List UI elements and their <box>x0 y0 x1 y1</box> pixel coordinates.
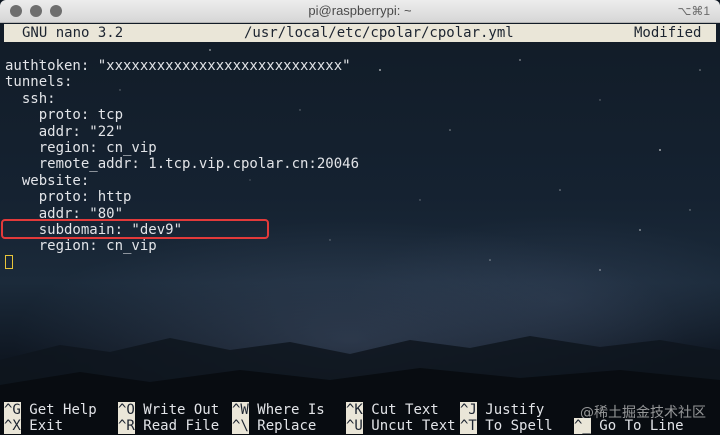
watermark-text: @稀土掘金技术社区 <box>580 405 706 421</box>
shortcut-justify[interactable]: ^J Justify <box>460 402 544 418</box>
shortcut-write-out[interactable]: ^O Write Out <box>118 402 219 418</box>
nano-header-bar: GNU nano 3.2 /usr/local/etc/cpolar/cpola… <box>4 24 716 42</box>
shortcut-read-file[interactable]: ^R Read File <box>118 418 219 434</box>
text-cursor <box>5 254 13 269</box>
window-shortcut-hint: ⌥⌘1 <box>677 4 710 18</box>
editor-area[interactable]: authtoken: "xxxxxxxxxxxxxxxxxxxxxxxxxxxx… <box>5 58 359 271</box>
shortcut-get-help[interactable]: ^G Get Help <box>4 402 97 418</box>
editor-line: proto: tcp <box>5 107 124 124</box>
subdomain-highlight-box <box>1 219 269 239</box>
editor-line: website: <box>5 172 90 189</box>
nano-version: GNU nano 3.2 <box>22 25 124 41</box>
editor-line: tunnels: <box>5 74 73 91</box>
shortcut-cut-text[interactable]: ^K Cut Text <box>346 402 439 418</box>
terminal-window: pi@raspberrypi: ~ ⌥⌘1 GNU nano 3.2 /usr/… <box>0 0 720 435</box>
shortcut-uncut-text[interactable]: ^U Uncut Text <box>346 418 456 434</box>
file-path: /usr/local/etc/cpolar/cpolar.yml <box>244 25 514 41</box>
editor-cursor-line <box>5 254 359 271</box>
modified-status: Modified <box>634 25 702 41</box>
window-title: pi@raspberrypi: ~ <box>308 3 412 18</box>
editor-line: region: cn_vip <box>5 139 157 156</box>
editor-line: remote_addr: 1.tcp.vip.cpolar.cn:20046 <box>5 156 360 173</box>
shortcut-exit[interactable]: ^X Exit <box>4 418 63 434</box>
editor-line: region: cn_vip <box>5 238 157 255</box>
editor-line: ssh: <box>5 90 56 107</box>
editor-line: proto: http <box>5 189 132 206</box>
shortcut-where-is[interactable]: ^W Where Is <box>232 402 325 418</box>
editor-line: addr: "22" <box>5 123 124 140</box>
shortcut-to-spell[interactable]: ^T To Spell <box>460 418 553 434</box>
shortcut-replace[interactable]: ^\ Replace <box>232 418 316 434</box>
title-bar: pi@raspberrypi: ~ ⌥⌘1 <box>0 0 720 23</box>
editor-line: authtoken: "xxxxxxxxxxxxxxxxxxxxxxxxxxxx… <box>5 58 351 74</box>
